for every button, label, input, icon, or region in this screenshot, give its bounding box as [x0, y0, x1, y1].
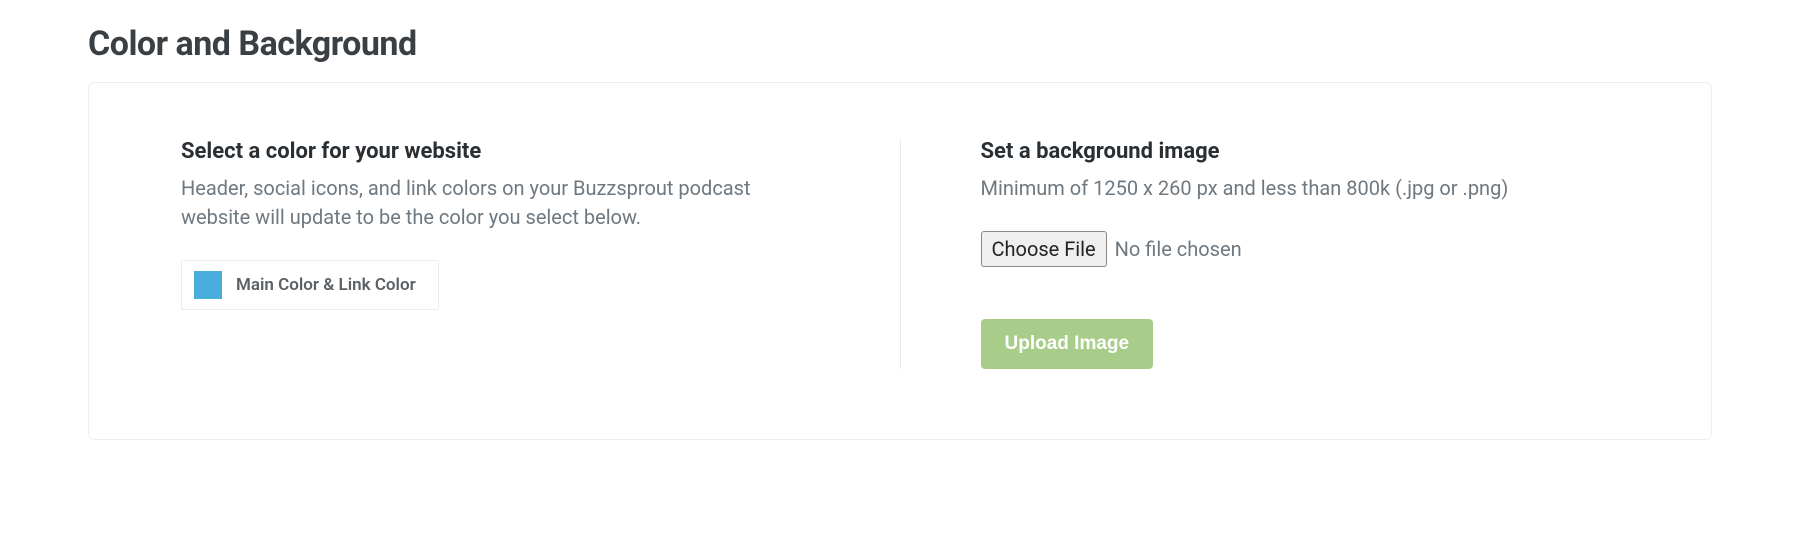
background-column: Set a background image Minimum of 1250 x… [900, 139, 1620, 369]
color-swatch-icon [194, 271, 222, 299]
color-section-title: Select a color for your website [181, 139, 820, 164]
color-column: Select a color for your website Header, … [181, 139, 900, 369]
page-title: Color and Background [88, 24, 1712, 64]
file-status-text: No file chosen [1115, 237, 1242, 261]
background-section-description: Minimum of 1250 x 260 px and less than 8… [981, 174, 1620, 203]
color-section-description: Header, social icons, and link colors on… [181, 174, 820, 232]
file-input-row: Choose File No file chosen [981, 231, 1620, 267]
background-section-title: Set a background image [981, 139, 1620, 164]
upload-image-button[interactable]: Upload Image [981, 319, 1154, 369]
color-picker-label: Main Color & Link Color [236, 275, 416, 295]
color-picker[interactable]: Main Color & Link Color [181, 260, 439, 310]
choose-file-button[interactable]: Choose File [981, 231, 1107, 267]
settings-panel: Select a color for your website Header, … [88, 82, 1712, 440]
